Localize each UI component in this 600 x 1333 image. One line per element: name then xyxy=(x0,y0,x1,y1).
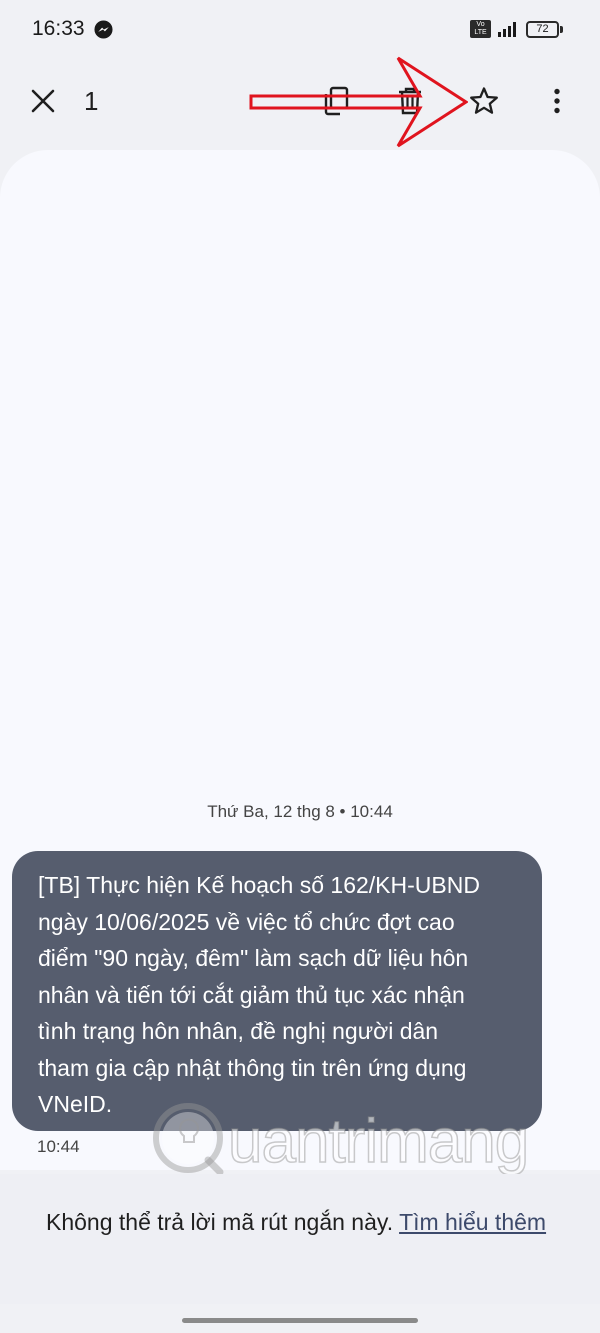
message-line: nhân và tiến tới cắt giảm thủ tục xác nh… xyxy=(38,981,465,1008)
date-separator: Thứ Ba, 12 thg 8 • 10:44 xyxy=(207,802,393,821)
delete-button[interactable] xyxy=(386,77,434,125)
battery-level: 72 xyxy=(536,23,549,35)
more-vert-icon xyxy=(554,88,560,114)
message-line: tình trạng hôn nhân, đề nghị người dân xyxy=(38,1018,439,1044)
reply-disabled-footer: Không thể trả lời mã rút ngắn này. Tìm h… xyxy=(0,1174,600,1304)
more-options-button[interactable] xyxy=(533,77,581,125)
message-line: [TB] Thực hiện Kế hoạch số 162/KH-UBND xyxy=(38,872,480,898)
message-thread: Thứ Ba, 12 thg 8 • 10:44 [TB] Thực hiện … xyxy=(0,150,600,1170)
copy-icon xyxy=(324,86,349,116)
selection-toolbar: 1 xyxy=(0,62,600,142)
message-line: VNeID. xyxy=(38,1091,113,1117)
copy-button[interactable] xyxy=(312,77,360,125)
selected-count: 1 xyxy=(84,86,99,116)
message-line: ngày 10/06/2025 về việc tổ chức đợt cao xyxy=(38,908,455,935)
learn-more-link[interactable]: Tìm hiểu thêm xyxy=(399,1209,546,1235)
status-bar: 16:33 Vo LTE 72 xyxy=(0,0,600,60)
message-text: [TB] Thực hiện Kế hoạch số 162/KH-UBND n… xyxy=(38,867,518,1123)
message-line: tham gia cập nhật thông tin trên ứng dụn… xyxy=(38,1054,467,1081)
message-line: điểm "90 ngày, đêm" làm sạch dữ liệu hôn xyxy=(38,945,469,971)
volte-icon: Vo LTE xyxy=(470,20,491,38)
signal-icon xyxy=(498,22,516,37)
gesture-nav-handle[interactable] xyxy=(182,1318,418,1323)
battery-icon: 72 xyxy=(526,21,559,38)
footer-notice: Không thể trả lời mã rút ngắn này. Tìm h… xyxy=(46,1204,566,1241)
footer-notice-text: Không thể trả lời mã rút ngắn này. xyxy=(46,1209,394,1235)
delete-icon xyxy=(399,87,421,115)
star-icon xyxy=(470,87,498,114)
close-button[interactable] xyxy=(19,77,67,125)
close-icon xyxy=(31,89,55,113)
message-timestamp: 10:44 xyxy=(37,1137,80,1156)
status-time: 16:33 xyxy=(32,17,85,40)
messenger-icon xyxy=(94,20,113,39)
message-bubble-selected[interactable]: [TB] Thực hiện Kế hoạch số 162/KH-UBND n… xyxy=(12,851,542,1131)
star-button[interactable] xyxy=(460,77,508,125)
battery-tip xyxy=(560,26,563,33)
